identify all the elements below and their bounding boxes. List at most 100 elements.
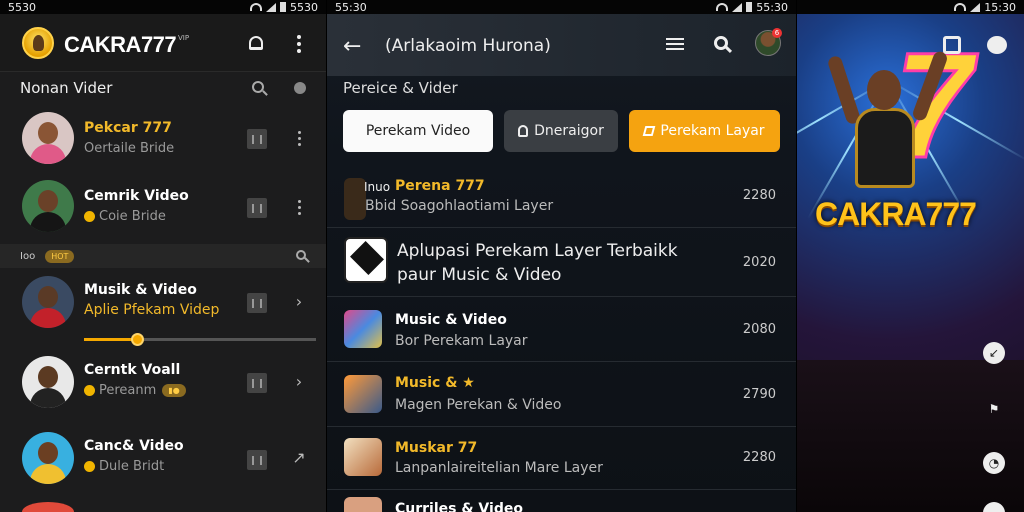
- battery-icon: [746, 2, 753, 12]
- status-time: 5530: [8, 0, 36, 14]
- status-bar: 55:30 55:30: [327, 0, 796, 14]
- record-video-button[interactable]: Perekam Video: [343, 110, 493, 152]
- section-title: Nonan Vider: [20, 79, 113, 97]
- notification-badge: 6: [772, 28, 782, 38]
- item-menu-button[interactable]: [292, 200, 306, 215]
- status-time: 55:30: [335, 0, 367, 14]
- list-item[interactable]: Muskar 77 Lanpanlaireitelian Mare Layer …: [327, 428, 796, 490]
- city-skyline: [797, 360, 1024, 512]
- promo-panel: 15:30 7 CAKRA777 ↙ ⚑ ◔: [797, 0, 1024, 512]
- row-title: Perena 777: [395, 178, 485, 194]
- row-prefix: Inuo: [364, 180, 391, 194]
- list-item[interactable]: Music & ★ Magen Perekan & Video 2790: [327, 363, 796, 427]
- download-button[interactable]: Dneraigor: [504, 110, 618, 152]
- brand-logo: [22, 27, 54, 59]
- speed-icon[interactable]: ↙: [983, 342, 1005, 364]
- item-menu-button[interactable]: [292, 131, 306, 146]
- section-search-button[interactable]: [296, 250, 306, 260]
- list-item[interactable]: Music & Video Bor Perekam Layar 2080: [327, 298, 796, 362]
- pause-button[interactable]: [247, 198, 267, 218]
- section-title: Pereice & Vider: [343, 79, 458, 97]
- section-bar: Ioo HOT: [0, 244, 326, 268]
- page-title: (Arlakaoim Hurona): [385, 36, 551, 56]
- item-title: Canc& Video: [84, 438, 184, 454]
- figure-arm: [826, 54, 862, 126]
- cast-icon[interactable]: [943, 36, 961, 54]
- search-icon: [252, 81, 264, 93]
- hot-badge: HOT: [45, 249, 75, 263]
- app-panel-recorder: 55:30 55:30 ← (Arlakaoim Hurona) 6 Perei…: [327, 0, 796, 512]
- list-item[interactable]: Inuo Perena 777 Bbid Soagohlaotiami Laye…: [327, 170, 796, 228]
- brand-name: CAKRA777: [64, 32, 177, 57]
- record-screen-button[interactable]: Perekam Layar: [629, 110, 780, 152]
- list-item[interactable]: Musik & Video Aplie Pfekam Videp ›: [0, 270, 326, 336]
- item-subtitle-text: Aplie Pfekam Videp: [84, 302, 220, 318]
- row-subtitle: Lanpanlaireitelian Mare Layer: [395, 460, 603, 476]
- bell-icon: [249, 36, 263, 50]
- section-label: Ioo: [20, 250, 36, 262]
- pill-label: Perekam Layar: [660, 123, 765, 139]
- progress-knob[interactable]: [131, 333, 145, 346]
- list-item[interactable]: Pekcar 777 Oertaile Bride: [0, 106, 326, 172]
- row-title: Music & Video: [395, 312, 507, 328]
- section-search-button[interactable]: [252, 81, 264, 93]
- status-icons: 55:30: [716, 1, 788, 14]
- avatar: [22, 180, 74, 232]
- pause-button[interactable]: [247, 293, 267, 313]
- coin-icon: [84, 461, 95, 472]
- kebab-icon: [297, 35, 301, 53]
- battery-icon: [280, 2, 286, 12]
- avatar: [22, 502, 74, 512]
- section-filter-button[interactable]: [294, 82, 306, 94]
- thumbnail: [344, 497, 382, 512]
- settings-icon[interactable]: [987, 36, 1007, 54]
- item-subtitle-text: Dule Bridt: [99, 459, 165, 474]
- app-header: ← (Arlakaoim Hurona): [327, 14, 796, 76]
- row-value: 2080: [742, 322, 776, 337]
- item-chevron[interactable]: ›: [292, 292, 306, 311]
- item-title: Musik & Video: [84, 282, 197, 298]
- list-item[interactable]: Cerntk Voall Pereanm ▮● ›: [0, 350, 326, 416]
- pill-label: Perekam Video: [365, 123, 471, 139]
- avatar: [22, 356, 74, 408]
- row-headline: Aplupasi Perekam Layer Terbaikk paur Mus…: [397, 241, 678, 285]
- back-arrow-icon[interactable]: ←: [343, 34, 361, 59]
- playback-progress[interactable]: [84, 333, 316, 346]
- list-item[interactable]: Aplupasi Perekam Layer Terbaikk paur Mus…: [327, 229, 796, 297]
- list-item[interactable]: Cemrik Video Coie Bride: [0, 174, 326, 240]
- kebab-icon: [292, 200, 306, 215]
- kebab-icon: [292, 131, 306, 146]
- search-button[interactable]: [714, 36, 728, 50]
- status-bar: 15:30: [797, 0, 1024, 14]
- row-value: 2790: [742, 387, 776, 402]
- edit-icon: [643, 126, 656, 136]
- hero-brand: CAKRA777: [815, 196, 977, 232]
- thumbnail: [344, 178, 366, 220]
- item-chevron[interactable]: ›: [292, 372, 306, 391]
- status-time: 15:30: [984, 0, 1016, 14]
- item-subtitle: Coie Bride: [84, 209, 166, 224]
- list-view-button[interactable]: [666, 38, 684, 50]
- item-subtitle: Pereanm ▮●: [84, 383, 186, 398]
- item-subtitle: Aplie Pfekam Videp: [84, 302, 219, 318]
- pause-button[interactable]: [247, 450, 267, 470]
- section-header: Nonan Vider: [0, 73, 326, 103]
- pause-button[interactable]: [247, 373, 267, 393]
- coin-badge: ▮●: [162, 384, 186, 397]
- notification-button[interactable]: [249, 36, 263, 50]
- search-icon: [714, 36, 728, 50]
- more-options-button[interactable]: [297, 35, 301, 53]
- search-icon: [296, 250, 306, 260]
- row-title: Muskar 77: [395, 440, 478, 456]
- item-subtitle-text: Oertaile Bride: [84, 141, 175, 156]
- list-item[interactable]: Curriles & Video: [327, 491, 796, 512]
- brand-tag: VIP: [178, 34, 190, 42]
- timer-icon[interactable]: ◔: [983, 452, 1005, 474]
- pill-label: Dneraigor: [534, 123, 604, 139]
- pause-button[interactable]: [247, 129, 267, 149]
- row-subtitle: Bor Perekam Layar: [395, 333, 528, 349]
- status-icons: 15:30: [954, 1, 1016, 14]
- item-share-button[interactable]: ↗: [292, 448, 306, 467]
- flag-icon[interactable]: ⚑: [983, 398, 1005, 420]
- list-item[interactable]: Canc& Video Dule Bridt ↗: [0, 426, 326, 492]
